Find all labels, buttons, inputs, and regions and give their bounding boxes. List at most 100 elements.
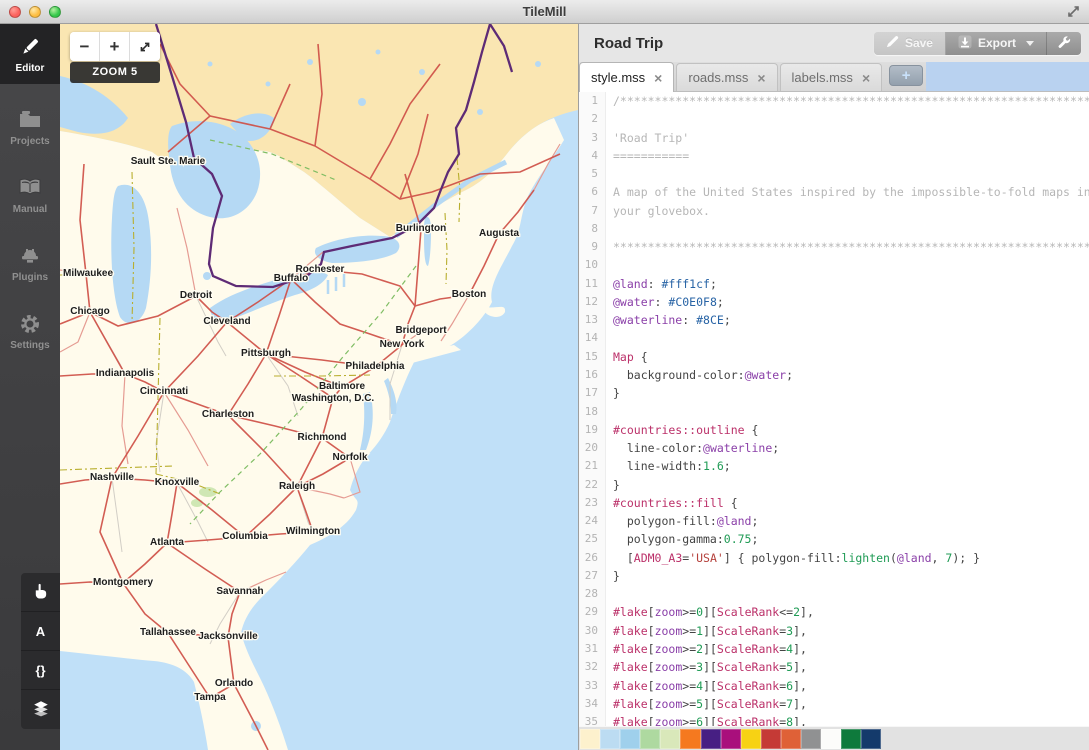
line-number: 13 (579, 311, 606, 329)
add-stylesheet-button[interactable]: + (889, 65, 923, 86)
code-line: 32#lake[zoom>=3][ScaleRank=5], (579, 658, 1089, 676)
line-number: 1 (579, 92, 606, 110)
map-city-label: Burlington (396, 223, 447, 234)
palette-swatch[interactable] (580, 729, 600, 749)
sidebar-item-editor[interactable]: Editor (0, 24, 60, 84)
code-line: 21 line-width:1.6; (579, 457, 1089, 475)
map-city-label: Washington, D.C. (292, 393, 375, 404)
code-editor[interactable]: 1/**************************************… (579, 92, 1089, 726)
map-city-label: Nashville (90, 472, 134, 483)
code-line: 24 polygon-fill:@land; (579, 512, 1089, 530)
palette-swatch[interactable] (721, 729, 741, 749)
editor-icon (0, 36, 60, 60)
map-city-label: Philadelphia (346, 361, 405, 372)
sidebar-item-projects[interactable]: Projects (0, 100, 60, 155)
zoom-in-button[interactable]: + (100, 32, 130, 61)
map-city-label: Detroit (180, 290, 213, 301)
close-tab-icon[interactable]: × (862, 71, 870, 85)
line-number: 26 (579, 549, 606, 567)
window-title: TileMill (0, 4, 1089, 19)
line-number: 20 (579, 439, 606, 457)
palette-swatch[interactable] (660, 729, 680, 749)
line-number: 33 (579, 677, 606, 695)
line-number: 15 (579, 348, 606, 366)
map-city-label: Bridgeport (395, 325, 447, 336)
settings-wrench-button[interactable] (1047, 32, 1081, 55)
code-line: 25 polygon-gamma:0.75; (579, 530, 1089, 548)
line-number: 27 (579, 567, 606, 585)
map-city-label: Norfolk (333, 452, 368, 463)
line-number: 19 (579, 421, 606, 439)
map-city-label: Atlanta (150, 537, 184, 548)
code-line: 7your glovebox. (579, 202, 1089, 220)
map-city-label: Charleston (202, 409, 254, 420)
palette-swatch[interactable] (781, 729, 801, 749)
code-line: 27} (579, 567, 1089, 585)
palette-swatch[interactable] (801, 729, 821, 749)
tab-label: roads.mss (688, 70, 748, 85)
close-tab-icon[interactable]: × (654, 71, 662, 85)
palette-swatch[interactable] (761, 729, 781, 749)
map-city-label: Sault Ste. Marie (131, 156, 206, 167)
palette-swatch[interactable] (600, 729, 620, 749)
project-title: Road Trip (594, 35, 663, 52)
code-line: 18 (579, 403, 1089, 421)
carto-tool-button[interactable]: {} (21, 651, 60, 690)
code-line: 4=========== (579, 147, 1089, 165)
map-city-label: Cleveland (203, 316, 250, 327)
map-city-label: Wilmington (286, 526, 340, 537)
line-number: 32 (579, 658, 606, 676)
code-line: 16 background-color:@water; (579, 366, 1089, 384)
code-line: 15Map { (579, 348, 1089, 366)
download-icon (958, 35, 972, 52)
line-number: 8 (579, 220, 606, 238)
tab-labels.mss[interactable]: labels.mss× (780, 63, 883, 91)
tab-roads.mss[interactable]: roads.mss × (676, 63, 777, 91)
palette-swatch[interactable] (821, 729, 841, 749)
sidebar-item-label: Editor (16, 63, 45, 74)
line-number: 30 (579, 622, 606, 640)
zoom-out-button[interactable]: − (70, 32, 100, 61)
code-line: 33#lake[zoom>=4][ScaleRank=6], (579, 677, 1089, 695)
palette-swatch[interactable] (861, 729, 881, 749)
fullscreen-icon[interactable] (1066, 4, 1081, 24)
hand-tool-button[interactable] (21, 573, 60, 612)
sidebar-item-plugins[interactable]: Plugins (0, 236, 60, 291)
zoom-fullscreen-button[interactable] (130, 32, 160, 61)
app-window: TileMill Editor Projects Manual Plugins Sett… (0, 0, 1089, 750)
line-number: 11 (579, 275, 606, 293)
code-line: 1/**************************************… (579, 92, 1089, 110)
palette-swatch[interactable] (701, 729, 721, 749)
titlebar: TileMill (0, 0, 1089, 24)
sidebar-item-settings[interactable]: Settings (0, 304, 60, 359)
sidebar-item-label: Projects (10, 136, 49, 147)
map-city-label: Rochester (296, 264, 345, 275)
palette-swatch[interactable] (680, 729, 700, 749)
save-button[interactable]: Save (874, 32, 946, 55)
settings-icon (0, 313, 60, 337)
map-canvas[interactable]: Sault Ste. MarieMilwaukeeChicagoDetroitC… (60, 24, 578, 750)
line-number: 12 (579, 293, 606, 311)
sidebar-nav: Editor Projects Manual Plugins Settings (0, 24, 60, 372)
tab-list: style.mss×roads.mss×labels.mss× (579, 62, 884, 91)
code-line: 20 line-color:@waterline; (579, 439, 1089, 457)
layers-tool-button[interactable] (21, 690, 60, 729)
plugins-icon (0, 245, 60, 269)
fonts-tool-button[interactable]: A (21, 612, 60, 651)
manual-icon (0, 177, 60, 201)
map-zoom-control: − + ZOOM 5 (70, 32, 160, 83)
close-tab-icon[interactable]: × (757, 71, 765, 85)
palette-swatch[interactable] (741, 729, 761, 749)
export-button[interactable]: Export (946, 32, 1047, 55)
sidebar-item-manual[interactable]: Manual (0, 168, 60, 223)
code-line: 19#countries::outline { (579, 421, 1089, 439)
tab-style.mss[interactable]: style.mss× (579, 62, 674, 92)
palette-swatch[interactable] (640, 729, 660, 749)
layers-icon (32, 700, 50, 720)
code-line: 12@water: #C0E0F8; (579, 293, 1089, 311)
palette-swatch[interactable] (841, 729, 861, 749)
zoom-level-badge: ZOOM 5 (70, 62, 160, 83)
map-city-label: Richmond (298, 432, 347, 443)
palette-swatch[interactable] (620, 729, 640, 749)
map-city-label: Milwaukee (63, 268, 113, 279)
